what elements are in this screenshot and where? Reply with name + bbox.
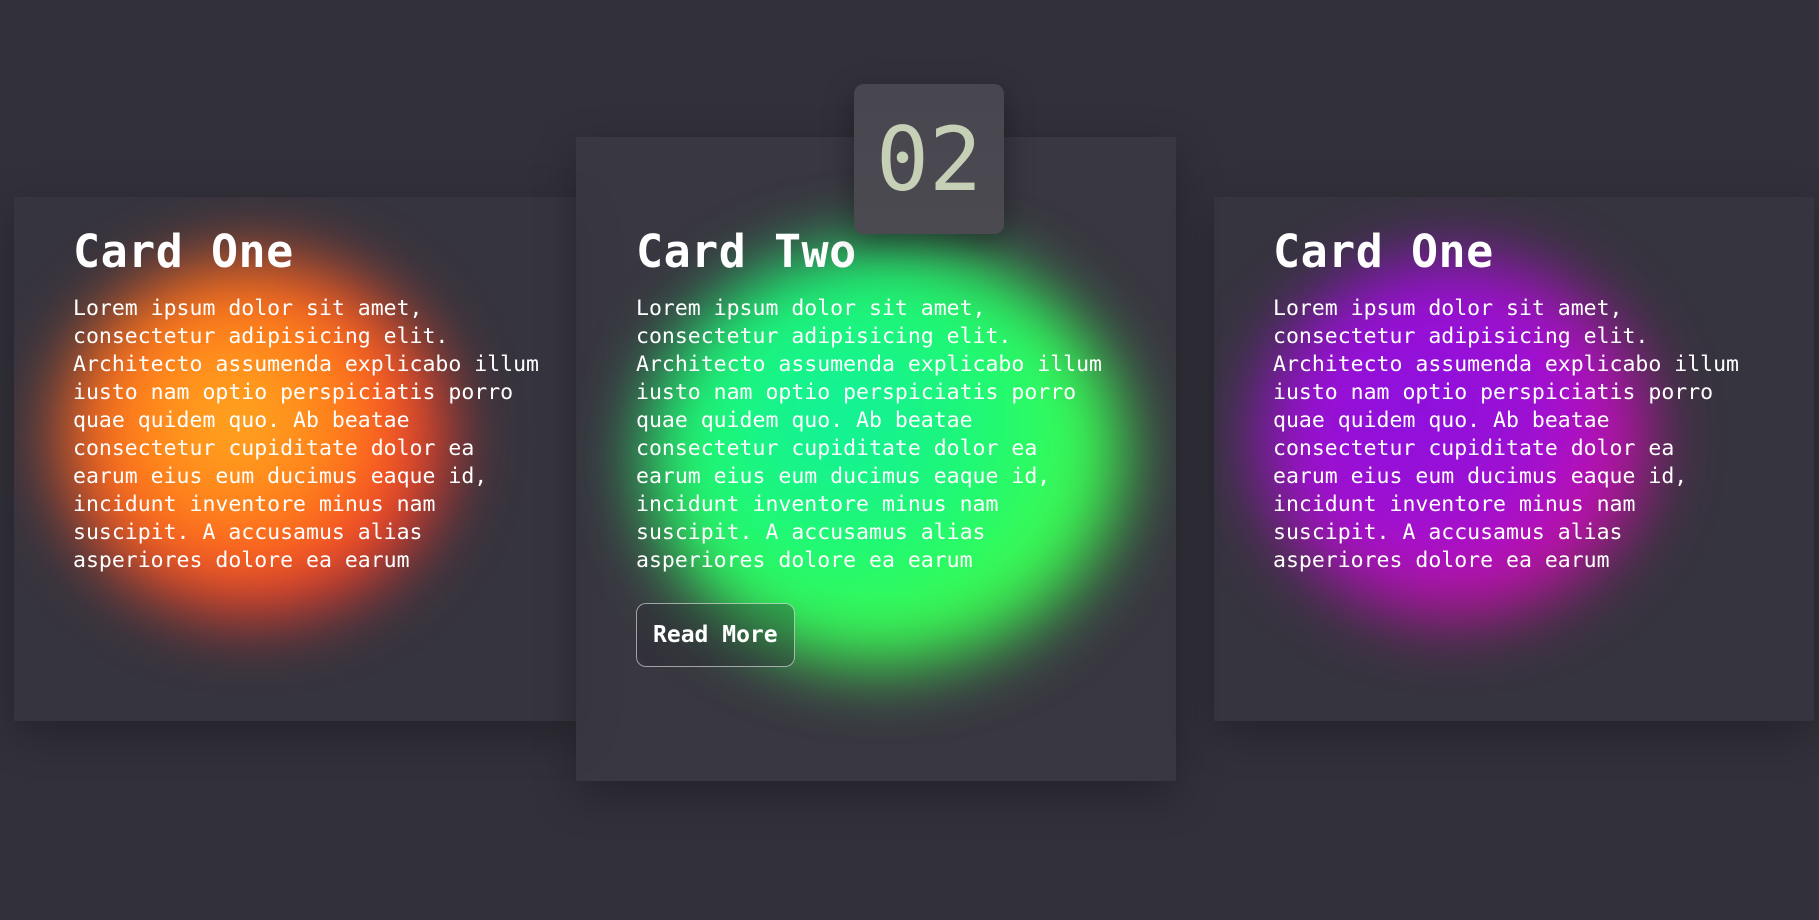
card-number-badge: 02: [854, 84, 1004, 234]
read-more-button[interactable]: Read More: [636, 603, 795, 667]
card-content: Card Two Lorem ipsum dolor sit amet, con…: [636, 227, 1156, 667]
card-content: Card One Lorem ipsum dolor sit amet, con…: [1273, 227, 1783, 575]
card-title: Card Two: [636, 225, 857, 278]
card-title: Card One: [1273, 225, 1494, 278]
card-text: Lorem ipsum dolor sit amet, consectetur …: [1273, 296, 1739, 573]
page: Card One Lorem ipsum dolor sit amet, con…: [0, 0, 1819, 920]
card-three: Card One Lorem ipsum dolor sit amet, con…: [1214, 197, 1814, 721]
card-content: Card One Lorem ipsum dolor sit amet, con…: [73, 227, 563, 575]
card-text: Lorem ipsum dolor sit amet, consectetur …: [636, 296, 1102, 573]
card-text: Lorem ipsum dolor sit amet, consectetur …: [73, 296, 539, 573]
card-one: Card One Lorem ipsum dolor sit amet, con…: [14, 197, 576, 721]
card-title: Card One: [73, 225, 294, 278]
